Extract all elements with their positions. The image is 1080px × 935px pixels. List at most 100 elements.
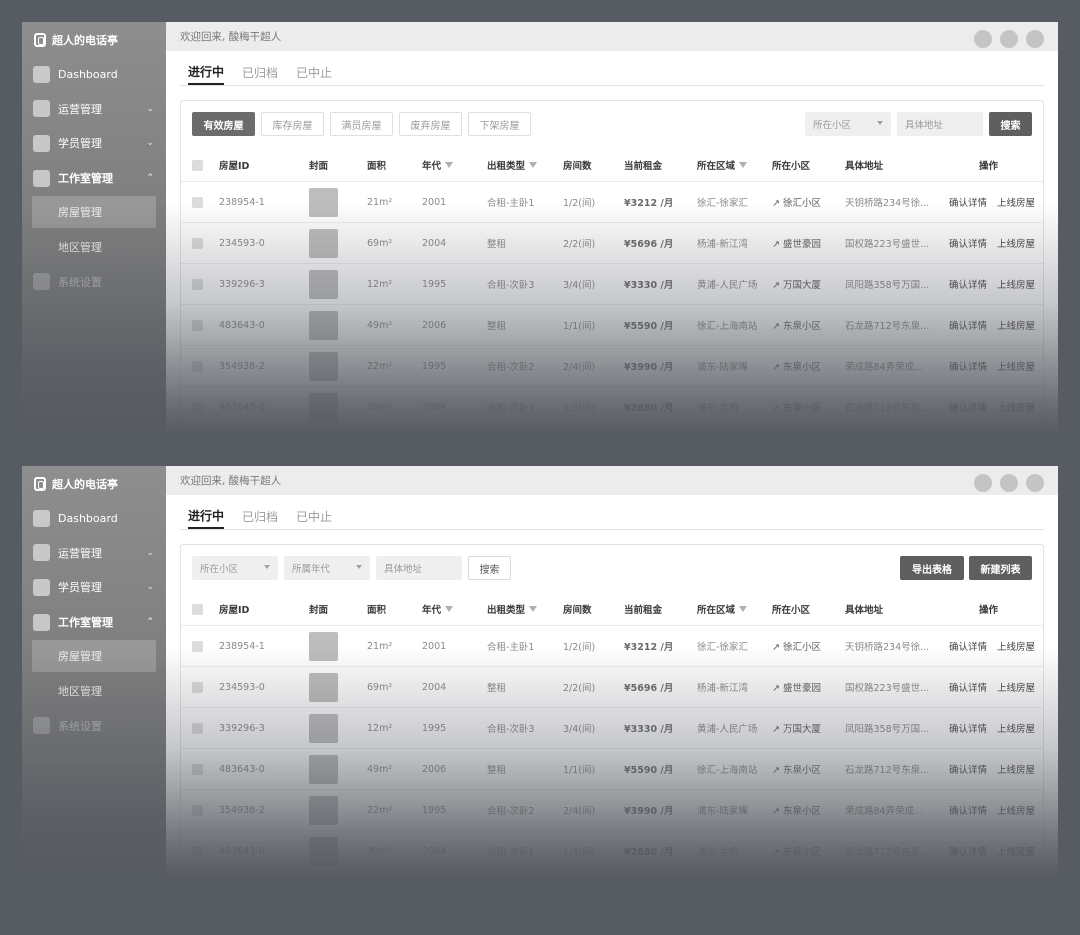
era-select[interactable]: 所属年代 [284, 556, 370, 580]
filter-icon[interactable] [739, 606, 748, 612]
row-checkbox[interactable] [192, 763, 203, 775]
row-checkbox[interactable] [192, 360, 203, 372]
publish-house-link[interactable]: 上线房屋 [997, 749, 1035, 789]
confirm-details-link[interactable]: 确认详情 [949, 387, 987, 427]
address-input[interactable]: 具体地址 [897, 112, 983, 136]
publish-house-link[interactable]: 上线房屋 [997, 667, 1035, 707]
table-row[interactable]: 354938-2 22m² 1995 合租-次卧2 2/4(间) ¥3990 /月 浦东-陆… [181, 346, 1043, 387]
cover-thumbnail[interactable] [309, 631, 338, 661]
confirm-details-link[interactable]: 确认详情 [949, 264, 987, 304]
sidebar-item-operations[interactable]: 运营管理 ⌄ [22, 536, 166, 571]
tab-terminated[interactable]: 已中止 [296, 64, 332, 85]
publish-house-link[interactable]: 上线房屋 [997, 182, 1035, 222]
cover-thumbnail[interactable] [309, 228, 338, 258]
filter-icon[interactable] [529, 606, 538, 612]
cover-thumbnail[interactable] [309, 269, 338, 299]
cover-thumbnail[interactable] [309, 836, 338, 866]
sidebar-subitem-houses[interactable]: 房屋管理 [32, 640, 156, 673]
filter-icon[interactable] [445, 606, 454, 612]
sidebar-item-studio[interactable]: 工作室管理 ⌃ [22, 605, 166, 640]
sidebar-item-dashboard[interactable]: Dashboard [22, 501, 166, 536]
row-checkbox[interactable] [192, 640, 203, 652]
brand[interactable]: 超人的电话亭 [22, 22, 166, 57]
filter-icon[interactable] [739, 162, 748, 168]
filter-offline-houses-button[interactable]: 下架房屋 [468, 112, 531, 136]
cover-thumbnail[interactable] [309, 187, 338, 217]
sidebar-subitem-regions[interactable]: 地区管理 [22, 674, 166, 709]
table-row[interactable]: 339296-3 12m² 1995 合租-次卧3 3/4(间) ¥3330 /月 黄浦-人… [181, 264, 1043, 305]
sidebar-item-studio[interactable]: 工作室管理 ⌃ [22, 161, 166, 196]
window-control-button[interactable] [1000, 474, 1018, 492]
cover-thumbnail[interactable] [309, 713, 338, 743]
tab-archived[interactable]: 已归档 [242, 64, 278, 85]
cover-thumbnail[interactable] [309, 351, 338, 381]
filter-abandoned-houses-button[interactable]: 废弃房屋 [399, 112, 462, 136]
address-input[interactable]: 具体地址 [376, 556, 462, 580]
publish-house-link[interactable]: 上线房屋 [997, 223, 1035, 263]
confirm-details-link[interactable]: 确认详情 [949, 667, 987, 707]
select-all-checkbox[interactable] [192, 159, 203, 171]
publish-house-link[interactable]: 上线房屋 [997, 831, 1035, 871]
sidebar-item-students[interactable]: 学员管理 ⌄ [22, 126, 166, 161]
window-control-button[interactable] [1026, 474, 1044, 492]
row-checkbox[interactable] [192, 722, 203, 734]
sidebar-subitem-houses[interactable]: 房屋管理 [32, 196, 156, 229]
table-row[interactable]: 483643-0 49m² 2006 整租 1/1(间) ¥5590 /月 徐汇-上海南站 ↗… [181, 305, 1043, 346]
filter-icon[interactable] [529, 162, 538, 168]
confirm-details-link[interactable]: 确认详情 [949, 305, 987, 345]
window-control-button[interactable] [1026, 30, 1044, 48]
confirm-details-link[interactable]: 确认详情 [949, 626, 987, 666]
cover-thumbnail[interactable] [309, 672, 338, 702]
publish-house-link[interactable]: 上线房屋 [997, 264, 1035, 304]
sidebar-item-settings[interactable]: 系统设置 [22, 265, 166, 300]
publish-house-link[interactable]: 上线房屋 [997, 346, 1035, 386]
publish-house-link[interactable]: 上线房屋 [997, 708, 1035, 748]
tab-in-progress[interactable]: 进行中 [188, 63, 225, 85]
sidebar-subitem-regions[interactable]: 地区管理 [22, 230, 166, 265]
confirm-details-link[interactable]: 确认详情 [949, 749, 987, 789]
confirm-details-link[interactable]: 确认详情 [949, 708, 987, 748]
publish-house-link[interactable]: 上线房屋 [997, 387, 1035, 427]
cover-thumbnail[interactable] [309, 795, 338, 825]
confirm-details-link[interactable]: 确认详情 [949, 223, 987, 263]
filter-stock-houses-button[interactable]: 库存房屋 [261, 112, 324, 136]
publish-house-link[interactable]: 上线房屋 [997, 305, 1035, 345]
table-row[interactable]: 483643-0 30m² 2004 合租-次卧1 1/3(间) ¥2880 /月 浦东-金… [181, 831, 1043, 872]
search-button[interactable]: 搜索 [468, 556, 511, 580]
tab-in-progress[interactable]: 进行中 [188, 507, 225, 529]
sidebar-item-operations[interactable]: 运营管理 ⌄ [22, 92, 166, 127]
row-checkbox[interactable] [192, 196, 203, 208]
brand[interactable]: 超人的电话亭 [22, 466, 166, 501]
table-row[interactable]: 238954-1 21m² 2001 合租-主卧1 1/2(间) ¥3212 /月 徐汇-徐… [181, 626, 1043, 667]
table-row[interactable]: 234593-0 69m² 2004 整租 2/2(间) ¥5696 /月 杨浦-新江湾 ↗ … [181, 667, 1043, 708]
sidebar-item-dashboard[interactable]: Dashboard [22, 57, 166, 92]
search-button[interactable]: 搜索 [989, 112, 1032, 136]
row-checkbox[interactable] [192, 804, 203, 816]
community-select[interactable]: 所在小区 [192, 556, 278, 580]
confirm-details-link[interactable]: 确认详情 [949, 182, 987, 222]
table-row[interactable]: 234593-0 69m² 2004 整租 2/2(间) ¥5696 /月 杨浦-新江湾 ↗ … [181, 223, 1043, 264]
tab-archived[interactable]: 已归档 [242, 508, 278, 529]
select-all-checkbox[interactable] [192, 603, 203, 615]
row-checkbox[interactable] [192, 237, 203, 249]
export-table-button[interactable]: 导出表格 [900, 556, 964, 580]
publish-house-link[interactable]: 上线房屋 [997, 790, 1035, 830]
sidebar-item-students[interactable]: 学员管理 ⌄ [22, 570, 166, 605]
table-row[interactable]: 483643-0 30m² 2004 合租-次卧1 1/3(间) ¥2880 /月 浦东-金… [181, 387, 1043, 428]
window-control-button[interactable] [974, 474, 992, 492]
community-select[interactable]: 所在小区 [805, 112, 891, 136]
row-checkbox[interactable] [192, 681, 203, 693]
tab-terminated[interactable]: 已中止 [296, 508, 332, 529]
new-list-button[interactable]: 新建列表 [969, 556, 1032, 580]
row-checkbox[interactable] [192, 845, 203, 857]
cover-thumbnail[interactable] [309, 310, 338, 340]
filter-icon[interactable] [445, 162, 454, 168]
filter-active-houses-button[interactable]: 有效房屋 [192, 112, 255, 136]
confirm-details-link[interactable]: 确认详情 [949, 831, 987, 871]
table-row[interactable]: 354938-2 22m² 1995 合租-次卧2 2/4(间) ¥3990 /月 浦东-陆… [181, 790, 1043, 831]
row-checkbox[interactable] [192, 319, 203, 331]
row-checkbox[interactable] [192, 278, 203, 290]
sidebar-item-settings[interactable]: 系统设置 [22, 709, 166, 744]
row-checkbox[interactable] [192, 401, 203, 413]
window-control-button[interactable] [1000, 30, 1018, 48]
